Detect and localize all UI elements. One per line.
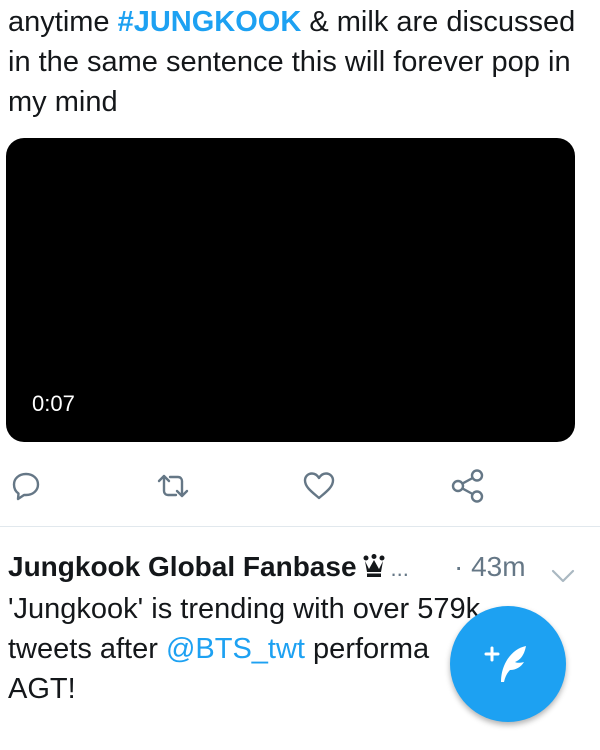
tweet-divider bbox=[0, 526, 600, 527]
share-button[interactable] bbox=[448, 466, 488, 506]
crown-icon bbox=[363, 550, 385, 588]
like-button[interactable] bbox=[299, 466, 339, 506]
reply-icon bbox=[12, 472, 40, 501]
compose-feather-icon bbox=[484, 646, 526, 682]
hashtag-link[interactable]: #JUNGKOOK bbox=[118, 6, 302, 38]
name-ellipsis: ... bbox=[390, 556, 409, 581]
video-player[interactable] bbox=[6, 138, 575, 442]
tweet-text: anytime #JUNGKOOK & milk are discussed i… bbox=[8, 2, 588, 122]
tweet-line-2-rest: performa bbox=[305, 633, 430, 665]
tweet-line-2-text: tweets after bbox=[8, 633, 166, 665]
tweet-timestamp[interactable]: · 43m bbox=[454, 548, 526, 586]
tweet-text-start: anytime bbox=[8, 6, 118, 38]
video-duration: 0:07 bbox=[32, 391, 75, 416]
mention-link[interactable]: @BTS_twt bbox=[166, 633, 305, 665]
tweet-action-bar bbox=[0, 466, 600, 506]
retweet-icon bbox=[157, 474, 189, 498]
reply-button[interactable] bbox=[6, 466, 46, 506]
tweet-header: Jungkook Global Fanbase ... · 43m bbox=[8, 548, 588, 586]
tweet-line-1-text: 'Jungkook' is trending with over 57 bbox=[8, 593, 450, 625]
heart-icon bbox=[303, 472, 335, 500]
compose-tweet-button[interactable] bbox=[450, 606, 566, 722]
author-name[interactable]: Jungkook Global Fanbase bbox=[8, 551, 357, 582]
share-icon bbox=[451, 469, 484, 503]
retweet-button[interactable] bbox=[153, 466, 193, 506]
